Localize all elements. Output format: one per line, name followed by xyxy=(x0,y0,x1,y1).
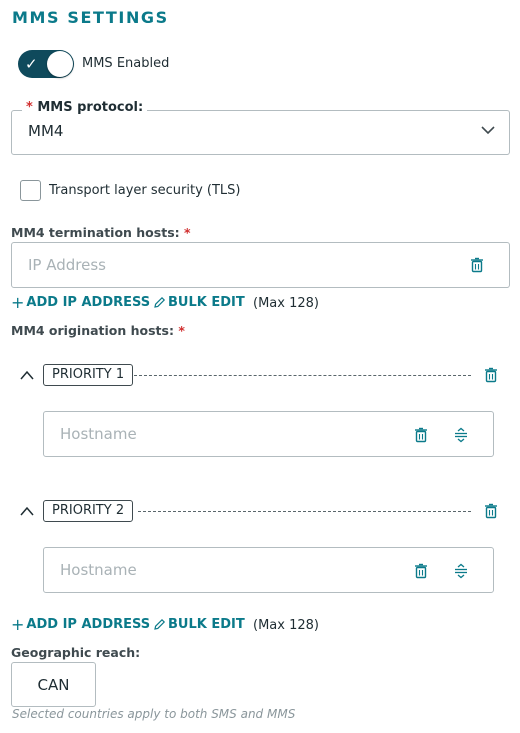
tls-label: Transport layer security (TLS) xyxy=(49,183,241,198)
divider xyxy=(138,511,471,512)
divider xyxy=(134,375,471,376)
geographic-reach-chip[interactable]: CAN xyxy=(11,662,96,707)
termination-hosts-label-text: MM4 termination hosts: xyxy=(11,225,180,240)
pencil-icon xyxy=(154,296,166,308)
add-ip-address-link[interactable]: + ADD IP ADDRESS xyxy=(11,292,151,312)
required-mark: * xyxy=(26,100,33,115)
trash-icon[interactable] xyxy=(413,563,429,579)
mms-protocol-value: MM4 xyxy=(28,122,64,140)
drag-handle-icon[interactable] xyxy=(453,563,469,579)
priority-1-badge: PRIORITY 1 xyxy=(43,364,134,386)
mms-enabled-label: MMS Enabled xyxy=(82,56,170,71)
bulk-edit-link[interactable]: BULK EDIT xyxy=(153,295,245,310)
geographic-reach-helper: Selected countries apply to both SMS and… xyxy=(12,707,296,721)
origination-hosts-label-text: MM4 origination hosts: xyxy=(11,323,174,338)
max-note: (Max 128) xyxy=(253,296,319,311)
mms-enabled-toggle[interactable]: ✓ xyxy=(18,50,74,78)
ip-address-input[interactable] xyxy=(11,242,510,288)
chevron-up-icon[interactable] xyxy=(18,504,36,518)
bulk-edit-label: BULK EDIT xyxy=(168,295,245,310)
bulk-edit-label: BULK EDIT xyxy=(168,617,245,632)
max-note: (Max 128) xyxy=(253,618,319,633)
trash-icon[interactable] xyxy=(483,503,499,519)
required-mark: * xyxy=(178,323,185,338)
mms-protocol-label-text: MMS protocol: xyxy=(37,100,144,115)
plus-icon: + xyxy=(11,292,25,312)
priority-2-badge: PRIORITY 2 xyxy=(43,500,134,522)
origination-hosts-label: MM4 origination hosts: * xyxy=(11,323,185,338)
mms-protocol-select[interactable] xyxy=(11,110,510,155)
geographic-reach-label: Geographic reach: xyxy=(11,645,141,660)
tls-checkbox[interactable] xyxy=(20,180,41,201)
termination-hosts-label: MM4 termination hosts: * xyxy=(11,225,191,240)
add-ip-address-link[interactable]: + ADD IP ADDRESS xyxy=(11,614,151,634)
add-ip-address-label: ADD IP ADDRESS xyxy=(26,617,151,632)
chevron-down-icon[interactable] xyxy=(479,120,497,140)
required-mark: * xyxy=(184,225,191,240)
section-title: MMS SETTINGS xyxy=(12,8,169,27)
trash-icon[interactable] xyxy=(469,257,485,273)
mms-protocol-label: * MMS protocol: xyxy=(22,100,148,115)
pencil-icon xyxy=(154,618,166,630)
trash-icon[interactable] xyxy=(483,367,499,383)
trash-icon[interactable] xyxy=(413,427,429,443)
check-icon: ✓ xyxy=(25,55,38,73)
drag-handle-icon[interactable] xyxy=(453,427,469,443)
plus-icon: + xyxy=(11,614,25,634)
chevron-up-icon[interactable] xyxy=(18,368,36,382)
toggle-knob xyxy=(47,51,73,77)
bulk-edit-link[interactable]: BULK EDIT xyxy=(153,617,245,632)
add-ip-address-label: ADD IP ADDRESS xyxy=(26,295,151,310)
